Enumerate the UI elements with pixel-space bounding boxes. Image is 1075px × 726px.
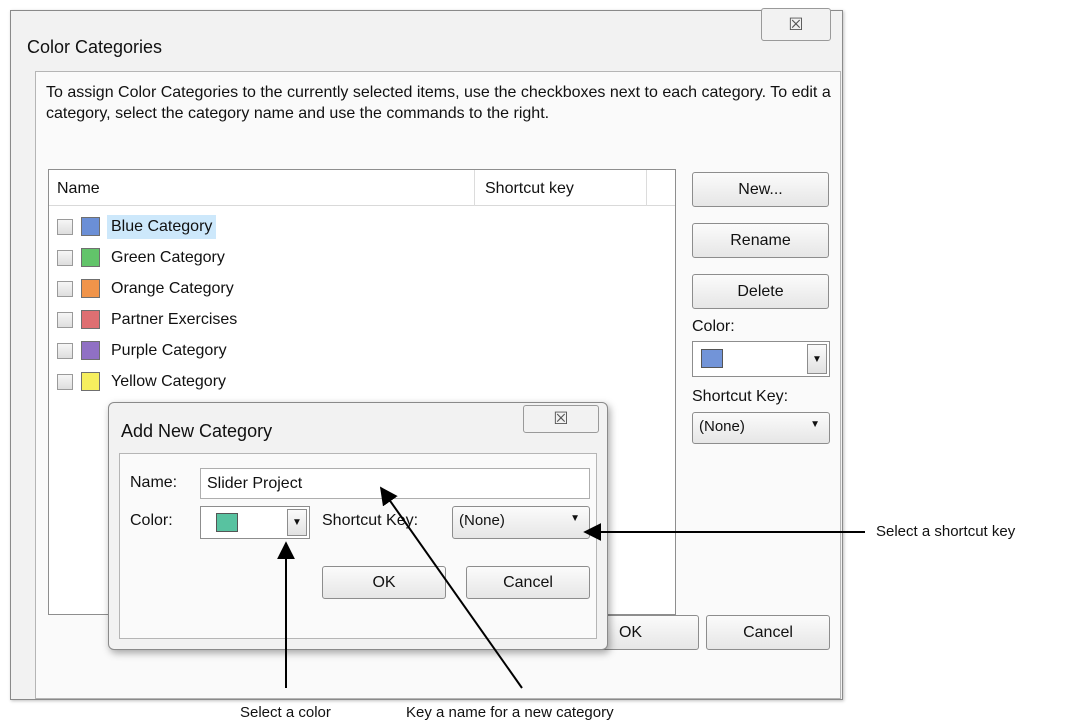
callout-shortcut-key: Select a shortcut key	[876, 523, 1016, 540]
callout-arrow-name	[379, 486, 523, 689]
callout-arrows	[277, 486, 865, 689]
callout-key-name: Key a name for a new category	[406, 704, 614, 721]
callout-select-color: Select a color	[240, 704, 331, 721]
